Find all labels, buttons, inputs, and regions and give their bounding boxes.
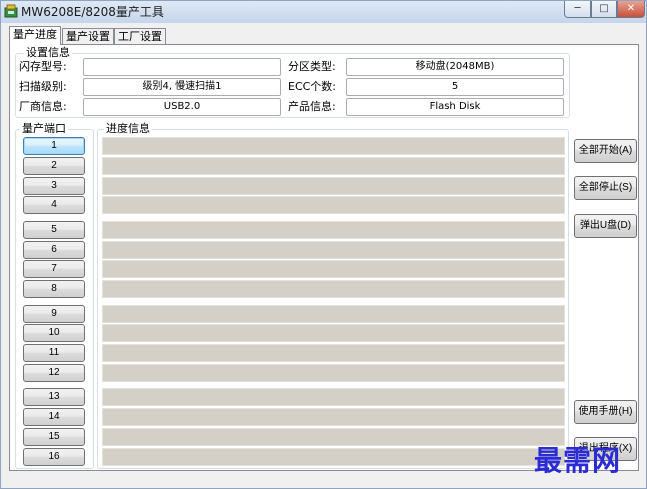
port-button-2[interactable]: 2 (23, 156, 85, 175)
ecc-label: ECC个数: (288, 80, 337, 93)
progress-row-13 (102, 388, 565, 407)
port-button-4[interactable]: 4 (23, 196, 85, 215)
settings-group-title: 设置信息 (24, 46, 72, 60)
progress-row-15 (102, 428, 565, 446)
stop-all-button[interactable]: 全部停止(S) (574, 176, 637, 200)
progress-row-1 (102, 137, 565, 155)
progress-row-3 (102, 176, 565, 195)
tab-production-settings[interactable]: 量产设置 (62, 28, 114, 45)
user-manual-button[interactable]: 使用手册(H) (574, 400, 637, 424)
port-button-15[interactable]: 15 (23, 428, 85, 446)
flash-model-field[interactable] (83, 58, 281, 76)
progress-row-10 (102, 324, 565, 343)
port-button-13[interactable]: 13 (23, 388, 85, 407)
port-button-11[interactable]: 11 (23, 344, 85, 363)
port-button-5[interactable]: 5 (23, 220, 85, 239)
settings-group: 设置信息 闪存型号: 扫描级别: 级别4, 慢速扫描1 厂商信息: USB2.0… (15, 46, 570, 118)
app-icon (4, 4, 18, 18)
vendor-label: 厂商信息: (19, 100, 67, 113)
progress-group-title: 进度信息 (104, 122, 152, 136)
progress-row-8 (102, 280, 565, 299)
ports-group-title: 量产端口 (20, 122, 68, 136)
tab-production-progress[interactable]: 量产进度 (9, 26, 61, 45)
ecc-field[interactable]: 5 (346, 78, 564, 96)
maximize-button[interactable]: □ (591, 1, 617, 18)
port-button-8[interactable]: 8 (23, 280, 85, 299)
port-button-16[interactable]: 16 (23, 447, 85, 466)
progress-row-12 (102, 364, 565, 382)
product-label: 产品信息: (288, 100, 336, 113)
progress-row-7 (102, 260, 565, 279)
product-field[interactable]: Flash Disk (346, 98, 564, 116)
vendor-field[interactable]: USB2.0 (83, 98, 281, 116)
scan-level-field[interactable]: 级别4, 慢速扫描1 (83, 78, 281, 96)
tab-factory-settings[interactable]: 工厂设置 (114, 28, 166, 45)
title-bar[interactable]: MW6208E/8208量产工具 ─ □ ✕ (1, 1, 646, 23)
minimize-button[interactable]: ─ (564, 1, 591, 18)
progress-row-14 (102, 408, 565, 427)
port-button-3[interactable]: 3 (23, 176, 85, 195)
scan-level-label: 扫描级别: (19, 80, 67, 93)
progress-row-5 (102, 220, 565, 239)
window-title: MW6208E/8208量产工具 (21, 5, 164, 19)
progress-row-4 (102, 196, 565, 215)
close-button[interactable]: ✕ (617, 1, 645, 18)
tab-panel: 设置信息 闪存型号: 扫描级别: 级别4, 慢速扫描1 厂商信息: USB2.0… (9, 44, 639, 471)
port-button-10[interactable]: 10 (23, 324, 85, 343)
port-button-14[interactable]: 14 (23, 408, 85, 427)
flash-model-label: 闪存型号: (19, 60, 67, 73)
eject-usb-button[interactable]: 弹出U盘(D) (574, 214, 637, 238)
watermark-logo: 最需网 (534, 444, 622, 477)
partition-label: 分区类型: (288, 60, 336, 73)
progress-row-16 (102, 447, 565, 466)
progress-row-6 (102, 240, 565, 259)
port-button-7[interactable]: 7 (23, 260, 85, 279)
port-button-1[interactable]: 1 (23, 137, 85, 155)
port-button-12[interactable]: 12 (23, 364, 85, 382)
port-button-9[interactable]: 9 (23, 304, 85, 323)
progress-row-9 (102, 304, 565, 323)
port-button-6[interactable]: 6 (23, 240, 85, 259)
partition-field[interactable]: 移动盘(2048MB) (346, 58, 564, 76)
progress-row-2 (102, 156, 565, 175)
progress-row-11 (102, 344, 565, 363)
start-all-button[interactable]: 全部开始(A) (574, 139, 637, 163)
app-window: MW6208E/8208量产工具 ─ □ ✕ 量产进度 量产设置 工厂设置 设置… (0, 0, 647, 489)
